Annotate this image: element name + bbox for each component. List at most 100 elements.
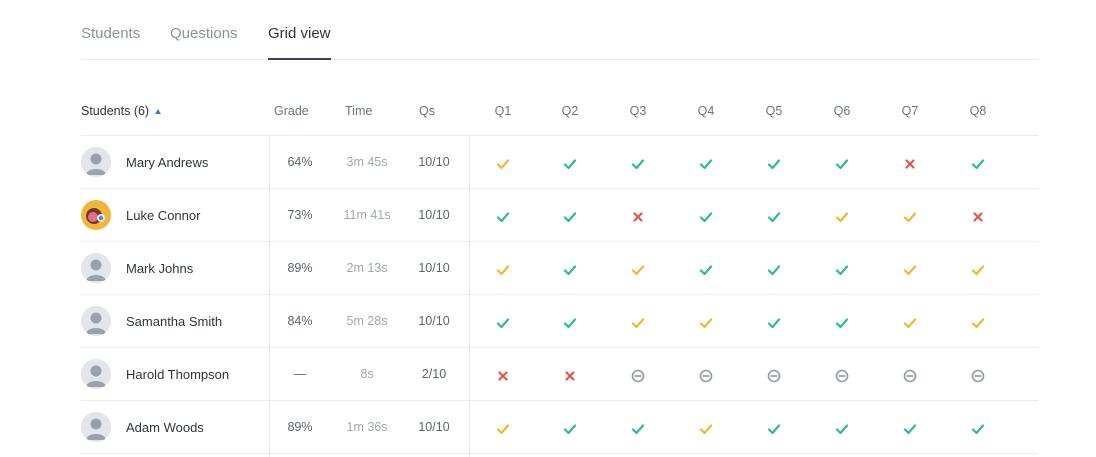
check-icon[interactable] — [970, 156, 986, 172]
qs-column-header[interactable]: Qs — [419, 104, 435, 118]
avatar — [81, 253, 111, 283]
time-column-header[interactable]: Time — [345, 104, 372, 118]
check-icon[interactable] — [562, 209, 578, 225]
check-icon[interactable] — [766, 421, 782, 437]
check-icon[interactable] — [562, 315, 578, 331]
time-value: 5m 28s — [346, 314, 388, 328]
check-icon[interactable] — [834, 315, 850, 331]
unanswered-icon[interactable] — [834, 368, 850, 384]
check-icon[interactable] — [766, 209, 782, 225]
tab-questions[interactable]: Questions — [170, 25, 238, 42]
unanswered-icon[interactable] — [698, 368, 714, 384]
check-icon[interactable] — [495, 209, 511, 225]
check-icon[interactable] — [698, 156, 714, 172]
row-divider — [81, 453, 1038, 454]
partial-check-icon[interactable] — [834, 209, 850, 225]
tab-students[interactable]: Students — [81, 25, 140, 42]
questions-answered-value: 10/10 — [418, 314, 450, 328]
student-name[interactable]: Luke Connor — [126, 208, 200, 223]
cross-icon[interactable] — [970, 209, 986, 225]
avatar — [81, 359, 111, 389]
student-name[interactable]: Harold Thompson — [126, 367, 229, 382]
unanswered-icon[interactable] — [970, 368, 986, 384]
student-name[interactable]: Samantha Smith — [126, 314, 222, 329]
check-icon[interactable] — [562, 421, 578, 437]
table-row[interactable]: Adam Woods 89% 1m 36s 10/10 — [81, 401, 1038, 454]
question-column-header[interactable]: Q3 — [618, 104, 658, 118]
table-row[interactable]: Harold Thompson — 8s 2/10 — [81, 348, 1038, 401]
grade-column-header[interactable]: Grade — [274, 104, 309, 118]
student-name[interactable]: Mark Johns — [126, 261, 193, 276]
students-header-label: Students (6) — [81, 104, 150, 118]
question-column-header[interactable]: Q1 — [483, 104, 523, 118]
check-icon[interactable] — [698, 209, 714, 225]
student-name[interactable]: Mary Andrews — [126, 155, 208, 170]
cross-icon[interactable] — [562, 368, 578, 384]
partial-check-icon[interactable] — [970, 315, 986, 331]
unanswered-icon[interactable] — [766, 368, 782, 384]
partial-check-icon[interactable] — [902, 262, 918, 278]
avatar — [81, 147, 111, 177]
students-column-header[interactable]: Students (6) — [81, 104, 162, 118]
check-icon[interactable] — [834, 262, 850, 278]
grade-value: — — [293, 367, 307, 381]
tab-grid-view[interactable]: Grid view — [268, 25, 331, 42]
check-icon[interactable] — [630, 421, 646, 437]
grade-value: 84% — [287, 314, 313, 328]
partial-check-icon[interactable] — [630, 262, 646, 278]
table-row[interactable]: Luke Connor 73% 11m 41s 10/10 — [81, 189, 1038, 242]
partial-check-icon[interactable] — [630, 315, 646, 331]
table-row[interactable]: Samantha Smith 84% 5m 28s 10/10 — [81, 295, 1038, 348]
cross-icon[interactable] — [630, 209, 646, 225]
question-column-header[interactable]: Q2 — [550, 104, 590, 118]
partial-check-icon[interactable] — [698, 315, 714, 331]
questions-answered-value: 10/10 — [418, 155, 450, 169]
questions-answered-value: 10/10 — [418, 420, 450, 434]
student-name[interactable]: Adam Woods — [126, 420, 204, 435]
check-icon[interactable] — [698, 262, 714, 278]
check-icon[interactable] — [834, 156, 850, 172]
partial-check-icon[interactable] — [698, 421, 714, 437]
time-value: 8s — [360, 367, 374, 381]
check-icon[interactable] — [902, 421, 918, 437]
sort-ascending-icon — [155, 109, 162, 114]
partial-check-icon[interactable] — [495, 156, 511, 172]
grade-value: 64% — [287, 155, 313, 169]
check-icon[interactable] — [766, 262, 782, 278]
partial-check-icon[interactable] — [902, 209, 918, 225]
questions-answered-value: 2/10 — [421, 367, 447, 381]
grade-value: 73% — [287, 208, 313, 222]
tab-bar: Students Questions Grid view — [81, 0, 1038, 60]
check-icon[interactable] — [766, 315, 782, 331]
partial-check-icon[interactable] — [495, 262, 511, 278]
time-value: 2m 13s — [346, 261, 388, 275]
active-tab-indicator — [268, 58, 331, 60]
question-column-header[interactable]: Q6 — [822, 104, 862, 118]
avatar — [81, 200, 111, 230]
unanswered-icon[interactable] — [630, 368, 646, 384]
cross-icon[interactable] — [495, 368, 511, 384]
question-column-header[interactable]: Q4 — [686, 104, 726, 118]
check-icon[interactable] — [562, 262, 578, 278]
table-row[interactable]: Mark Johns 89% 2m 13s 10/10 — [81, 242, 1038, 295]
avatar — [81, 412, 111, 442]
check-icon[interactable] — [495, 315, 511, 331]
check-icon[interactable] — [766, 156, 782, 172]
check-icon[interactable] — [562, 156, 578, 172]
time-value: 1m 36s — [346, 420, 388, 434]
questions-answered-value: 10/10 — [418, 261, 450, 275]
check-icon[interactable] — [970, 421, 986, 437]
partial-check-icon[interactable] — [495, 421, 511, 437]
time-value: 11m 41s — [343, 208, 391, 222]
check-icon[interactable] — [834, 421, 850, 437]
partial-check-icon[interactable] — [970, 262, 986, 278]
check-icon[interactable] — [630, 156, 646, 172]
table-row[interactable]: Mary Andrews 64% 3m 45s 10/10 — [81, 136, 1038, 189]
question-column-header[interactable]: Q7 — [890, 104, 930, 118]
partial-check-icon[interactable] — [902, 315, 918, 331]
grade-value: 89% — [287, 420, 313, 434]
cross-icon[interactable] — [902, 156, 918, 172]
unanswered-icon[interactable] — [902, 368, 918, 384]
question-column-header[interactable]: Q5 — [754, 104, 794, 118]
question-column-header[interactable]: Q8 — [958, 104, 998, 118]
